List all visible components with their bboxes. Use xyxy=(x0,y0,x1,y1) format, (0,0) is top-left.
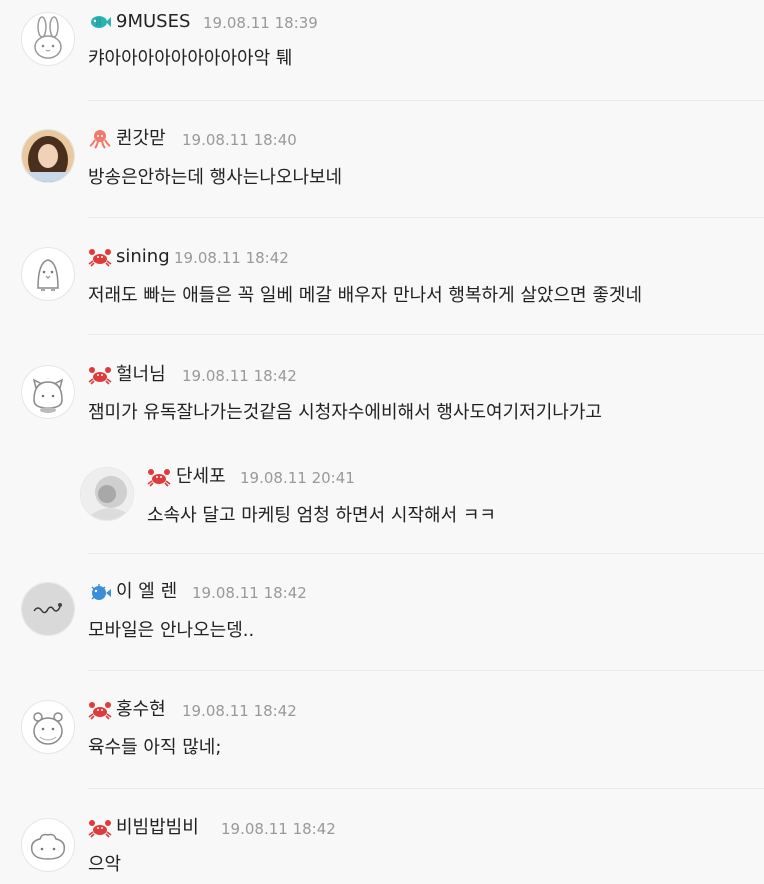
comment-nickname[interactable]: 홍수현 xyxy=(116,699,166,721)
crab-badge-icon xyxy=(88,365,112,385)
bear-avatar-icon[interactable] xyxy=(21,700,75,754)
comment-divider xyxy=(88,670,764,671)
sheep-avatar-icon[interactable] xyxy=(21,818,75,872)
crab-badge-icon xyxy=(88,247,112,267)
comment-divider xyxy=(88,100,764,101)
fish-badge-icon xyxy=(88,12,112,32)
comment-nickname[interactable]: 헐너님 xyxy=(116,364,166,386)
comment-nickname[interactable]: 단세포 xyxy=(176,466,226,488)
comment-date: 19.08.11 18:42 xyxy=(174,249,289,267)
comment-page: { "comments": [ {"nick": "9MUSES", "date… xyxy=(0,0,764,884)
comment-nickname[interactable]: 퀸갓맏 xyxy=(116,128,166,150)
comment-text: 저래도 빠는 애들은 꼭 일베 메갈 배우자 만나서 행복하게 살았으면 좋겟네 xyxy=(88,285,643,306)
comment-text: 으악 xyxy=(88,854,122,875)
comment-nickname[interactable]: 이 엘 렌 xyxy=(116,581,177,603)
crab-badge-icon xyxy=(88,818,112,838)
comment-date: 19.08.11 18:42 xyxy=(182,702,297,720)
user-photo-avatar[interactable] xyxy=(21,129,75,183)
crab-badge-icon xyxy=(147,467,171,487)
comment-divider xyxy=(88,788,764,789)
comment-nickname[interactable]: sining xyxy=(116,246,170,268)
pufferfish-badge-icon xyxy=(88,582,112,602)
comment-nickname[interactable]: 비빔밥빔비 xyxy=(116,817,199,839)
comment-text: 캬아아아아아아아아아악 퉤 xyxy=(88,48,293,69)
comment-date: 19.08.11 18:42 xyxy=(221,820,336,838)
penguin-avatar-icon[interactable] xyxy=(21,247,75,301)
comment-date: 19.08.11 20:41 xyxy=(240,469,355,487)
comment-date: 19.08.11 18:42 xyxy=(182,367,297,385)
comment-text: 모바일은 안나오는뎅.. xyxy=(88,620,255,641)
comment-text: 잼미가 유독잘나가는것같음 시청자수에비해서 행사도여기저기나가고 xyxy=(88,402,602,423)
comment-divider xyxy=(88,553,764,554)
comment-date: 19.08.11 18:42 xyxy=(192,584,307,602)
octopus-badge-icon xyxy=(88,129,112,149)
comment-text: 소속사 달고 마케팅 엄청 하면서 시작해서 ㅋㅋ xyxy=(147,505,496,526)
cat-avatar-icon[interactable] xyxy=(21,365,75,419)
crab-badge-icon xyxy=(88,700,112,720)
signature-avatar[interactable] xyxy=(21,582,75,636)
comment-date: 19.08.11 18:39 xyxy=(203,14,318,32)
bunny-avatar-icon[interactable] xyxy=(21,12,75,66)
comment-date: 19.08.11 18:40 xyxy=(182,131,297,149)
comment-divider xyxy=(88,334,764,335)
comment-divider xyxy=(88,217,764,218)
photo-avatar[interactable] xyxy=(80,467,134,521)
comment-nickname[interactable]: 9MUSES xyxy=(116,11,190,33)
comment-text: 방송은안하는데 행사는나오나보네 xyxy=(88,167,343,188)
comment-text: 육수들 아직 많네; xyxy=(88,737,222,758)
